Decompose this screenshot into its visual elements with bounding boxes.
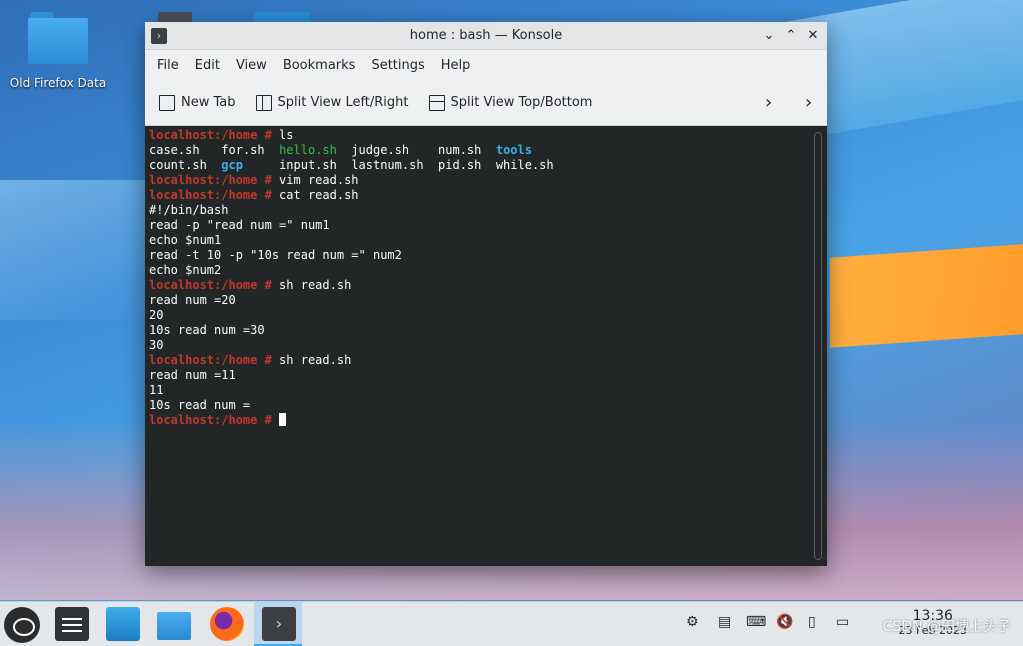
terminal-line: read -t 10 -p "10s read num =" num2 [149,248,402,262]
konsole-window: › home : bash — Konsole ⌄ ⌃ ✕ File Edit … [145,22,827,566]
terminal-line: read -p "read num =" num1 [149,218,330,232]
file-manager-icon[interactable] [157,607,191,641]
display-icon[interactable]: ▭ [836,614,849,630]
new-tab-label: New Tab [181,95,236,110]
menu-bookmarks[interactable]: Bookmarks [275,58,364,73]
menu-view[interactable]: View [228,58,275,73]
taskbar: › ⚙ ▤ ⌨ 🔇 ▯ ▭ 13:36 23 Feb 2023 CSDN @田埂… [0,601,1023,646]
minimize-button[interactable]: ⌄ [759,26,779,46]
new-tab-icon [159,94,175,111]
toolbar-chevron-right-icon[interactable]: › [805,92,812,113]
terminal-line: 10s read num =30 [149,323,265,337]
network-icon[interactable]: ⚙ [686,614,699,630]
terminal-line: 11 [149,383,164,397]
application-launcher-icon[interactable] [4,607,40,643]
terminal-line: echo $num2 [149,263,222,277]
konsole-task-icon[interactable]: › [262,607,296,641]
terminal-line: localhost:/home # vim read.sh [149,173,359,187]
terminal-line: read num =20 [149,293,236,307]
folder-icon [28,12,88,64]
menu-help[interactable]: Help [433,58,479,73]
split-vertical-icon [255,94,272,111]
volume-muted-icon[interactable]: 🔇 [776,614,793,630]
menu-file[interactable]: File [149,58,187,73]
text-cursor [279,413,287,426]
toolbar-overflow-icon[interactable]: › [765,92,772,113]
window-title: home : bash — Konsole [409,28,563,43]
split-top-bottom-label: Split View Top/Bottom [450,95,593,110]
firefox-icon[interactable] [210,607,244,641]
terminal-line: localhost:/home # sh read.sh [149,353,352,367]
wallpaper-shape [0,180,150,320]
watermark: CSDN @田埂上头子 [882,619,1011,635]
close-button[interactable]: ✕ [803,26,823,46]
desktop-icon-peek [158,12,192,22]
maximize-button[interactable]: ⌃ [781,26,801,46]
split-left-right-button[interactable]: Split View Left/Right [255,94,409,111]
terminal-line: case.sh for.sh hello.sh judge.sh num.sh … [149,143,532,157]
terminal-line: 30 [149,338,164,352]
menu-bar: File Edit View Bookmarks Settings Help [145,50,827,80]
desktop-icon-label: Old Firefox Data [9,76,107,90]
split-horizontal-icon [428,94,445,111]
terminal-line: localhost:/home # cat read.sh [149,188,359,202]
menu-settings[interactable]: Settings [363,58,432,73]
menu-edit[interactable]: Edit [187,58,228,73]
terminal-line: #!/bin/bash [149,203,229,217]
removable-device-icon[interactable]: ▯ [808,614,816,630]
terminal-line: localhost:/home # [149,413,827,428]
split-top-bottom-button[interactable]: Split View Top/Bottom [428,94,593,111]
split-left-right-label: Split View Left/Right [277,95,409,110]
wallpaper-shape [830,242,1023,348]
new-tab-button[interactable]: New Tab [159,94,236,111]
terminal-line: localhost:/home # sh read.sh [149,278,352,292]
discover-store-icon[interactable] [106,607,140,641]
terminal-line: count.sh gcp input.sh lastnum.sh pid.sh … [149,158,554,172]
clipboard-icon[interactable]: ▤ [718,614,731,630]
terminal-line: 10s read num = [149,398,251,412]
desktop-icon-peek [254,12,310,22]
desktop-icon-old-firefox-data[interactable]: Old Firefox Data [6,12,110,90]
title-bar[interactable]: › home : bash — Konsole ⌄ ⌃ ✕ [145,22,827,50]
system-settings-icon[interactable] [55,607,89,641]
terminal-line: echo $num1 [149,233,222,247]
toolbar: New Tab Split View Left/Right Split View… [145,80,827,126]
terminal-line: read num =11 [149,368,236,382]
keyboard-icon[interactable]: ⌨ [746,614,766,630]
terminal-scrollbar[interactable] [814,132,822,560]
terminal-view[interactable]: localhost:/home # ls case.sh for.sh hell… [145,126,827,566]
terminal-line: 20 [149,308,164,322]
terminal-line: localhost:/home # ls [149,128,294,142]
